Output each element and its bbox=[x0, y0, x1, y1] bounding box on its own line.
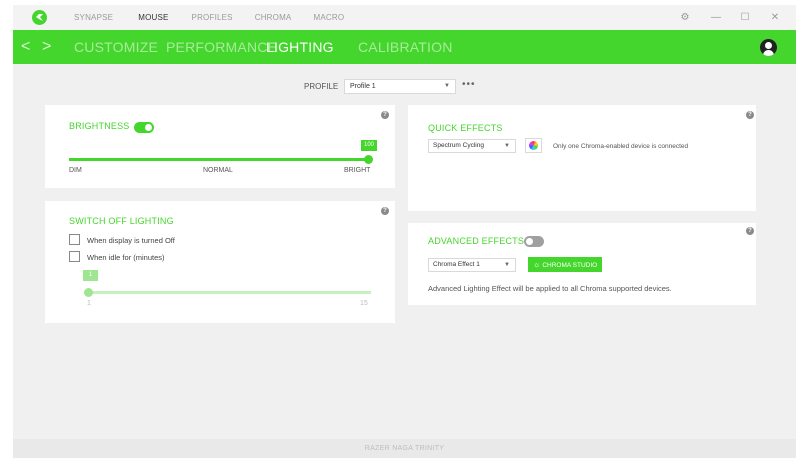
idle-label: When idle for (minutes) bbox=[87, 253, 165, 262]
chroma-color-wheel-icon[interactable] bbox=[525, 138, 542, 153]
minimize-button[interactable]: — bbox=[706, 5, 726, 30]
close-button[interactable]: ✕ bbox=[765, 5, 785, 30]
chevron-down-icon: ▼ bbox=[504, 262, 510, 268]
razer-logo-icon bbox=[32, 10, 47, 25]
sun-icon: ☼ bbox=[533, 260, 541, 269]
quick-effect-value: Spectrum Cycling bbox=[433, 142, 484, 149]
switch-off-lighting-card: ? SWITCH OFF LIGHTING When display is tu… bbox=[45, 201, 395, 323]
topnav-macro[interactable]: MACRO bbox=[313, 5, 344, 30]
help-icon[interactable]: ? bbox=[381, 111, 389, 119]
advanced-effect-value: Chroma Effect 1 bbox=[433, 261, 480, 268]
quick-effects-note: Only one Chroma-enabled device is connec… bbox=[553, 143, 689, 150]
brightness-min-label: DIM bbox=[69, 167, 82, 174]
display-off-checkbox[interactable] bbox=[69, 234, 80, 245]
title-bar: SYNAPSE MOUSE PROFILES CHROMA MACRO ⚙ — … bbox=[13, 5, 796, 30]
tab-performance[interactable]: PERFORMANCE bbox=[166, 30, 277, 64]
brightness-slider-track[interactable] bbox=[69, 158, 370, 161]
top-navigation: SYNAPSE MOUSE PROFILES CHROMA MACRO bbox=[74, 5, 344, 30]
forward-arrow-icon[interactable]: > bbox=[42, 30, 51, 64]
maximize-button[interactable]: ☐ bbox=[735, 5, 755, 30]
chevron-down-icon: ▼ bbox=[504, 143, 510, 149]
topnav-profiles[interactable]: PROFILES bbox=[192, 5, 233, 30]
brightness-card: ? BRIGHTNESS 100 DIM NORMAL BRIGHT bbox=[45, 105, 395, 188]
help-icon[interactable]: ? bbox=[381, 207, 389, 215]
advanced-effects-toggle[interactable] bbox=[524, 236, 544, 247]
brightness-slider-handle[interactable] bbox=[364, 155, 373, 164]
brightness-max-label: BRIGHT bbox=[344, 167, 371, 174]
idle-max-label: 15 bbox=[360, 300, 368, 307]
help-icon[interactable]: ? bbox=[746, 227, 754, 235]
brightness-toggle[interactable] bbox=[134, 122, 154, 133]
synapse-window: SYNAPSE MOUSE PROFILES CHROMA MACRO ⚙ — … bbox=[13, 5, 796, 458]
chevron-down-icon: ▼ bbox=[444, 83, 450, 89]
advanced-effect-dropdown[interactable]: Chroma Effect 1 ▼ bbox=[428, 258, 516, 272]
profile-dropdown[interactable]: Profile 1 ▼ bbox=[344, 79, 456, 94]
back-arrow-icon[interactable]: < bbox=[21, 30, 30, 64]
help-icon[interactable]: ? bbox=[746, 111, 754, 119]
idle-slider-handle[interactable] bbox=[84, 288, 93, 297]
quick-effect-dropdown[interactable]: Spectrum Cycling ▼ bbox=[428, 139, 516, 153]
idle-checkbox[interactable] bbox=[69, 251, 80, 262]
profile-label: PROFILE bbox=[304, 82, 339, 91]
topnav-chroma[interactable]: CHROMA bbox=[255, 5, 292, 30]
tab-lighting[interactable]: LIGHTING bbox=[266, 30, 334, 64]
switch-off-title: SWITCH OFF LIGHTING bbox=[69, 216, 174, 226]
tab-calibration[interactable]: CALIBRATION bbox=[358, 30, 453, 64]
device-tab-bar: < > CUSTOMIZE PERFORMANCE LIGHTING CALIB… bbox=[13, 30, 796, 64]
idle-min-label: 1 bbox=[87, 300, 91, 307]
user-avatar-icon[interactable] bbox=[760, 39, 777, 56]
profile-more-options-button[interactable]: ••• bbox=[462, 79, 476, 90]
advanced-effects-card: ? ADVANCED EFFECTS Chroma Effect 1 ▼ ☼ CH… bbox=[408, 223, 756, 305]
display-off-label: When display is turned Off bbox=[87, 236, 175, 245]
settings-gear-icon[interactable]: ⚙ bbox=[675, 5, 695, 30]
brightness-value: 100 bbox=[361, 140, 378, 151]
chroma-studio-button[interactable]: ☼ CHROMA STUDIO bbox=[528, 257, 603, 272]
advanced-effects-title: ADVANCED EFFECTS bbox=[428, 236, 525, 246]
advanced-effects-note: Advanced Lighting Effect will be applied… bbox=[428, 284, 672, 293]
brightness-title: BRIGHTNESS bbox=[69, 121, 130, 131]
idle-slider-track[interactable] bbox=[88, 291, 371, 294]
tab-customize[interactable]: CUSTOMIZE bbox=[74, 30, 158, 64]
topnav-mouse[interactable]: MOUSE bbox=[138, 5, 168, 30]
chroma-studio-label: CHROMA STUDIO bbox=[542, 262, 598, 269]
device-status-bar: RAZER NAGA TRINITY bbox=[13, 439, 796, 458]
brightness-mid-label: NORMAL bbox=[203, 167, 233, 174]
profile-dropdown-value: Profile 1 bbox=[350, 83, 376, 90]
topnav-synapse[interactable]: SYNAPSE bbox=[74, 5, 113, 30]
quick-effects-card: ? QUICK EFFECTS Spectrum Cycling ▼ Only … bbox=[408, 105, 756, 211]
idle-value: 1 bbox=[83, 270, 98, 281]
quick-effects-title: QUICK EFFECTS bbox=[428, 123, 503, 133]
